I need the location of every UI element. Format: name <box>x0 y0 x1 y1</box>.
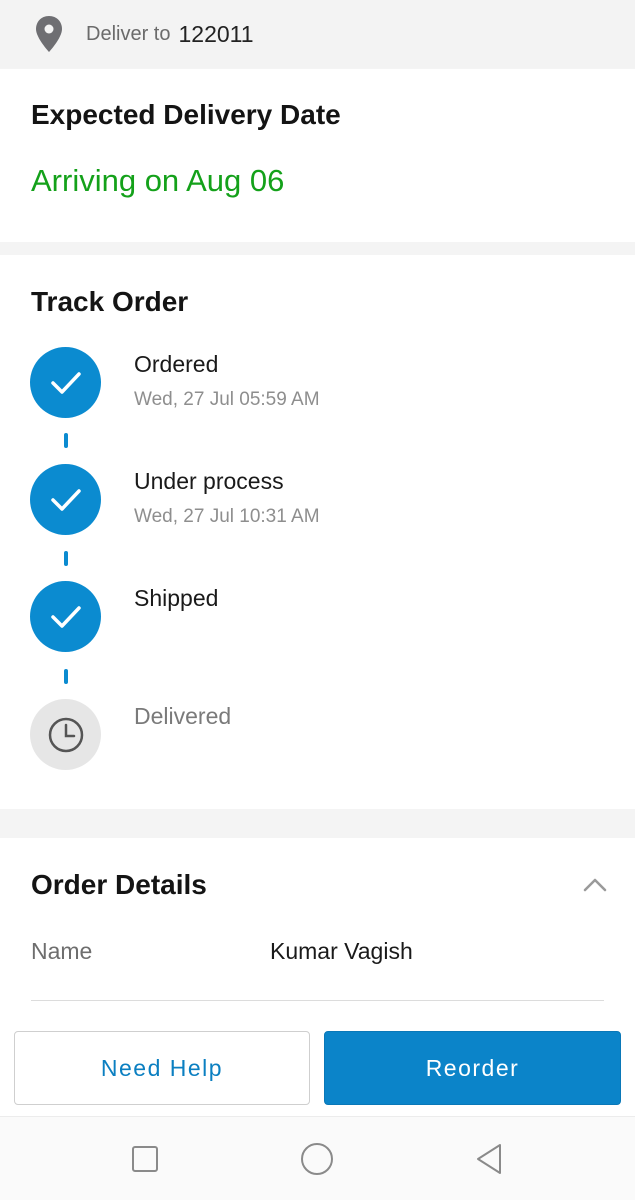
name-value: Kumar Vagish <box>270 938 413 964</box>
action-bar: Need Help Reorder <box>0 1020 635 1116</box>
expected-delivery-title: Expected Delivery Date <box>31 99 341 130</box>
step-connector <box>64 669 68 684</box>
track-order-card: Track Order Ordered Wed, 27 Jul 05:59 AM… <box>0 255 635 809</box>
check-icon <box>50 605 81 628</box>
location-pin-icon <box>36 16 62 52</box>
triangle-back-icon[interactable] <box>472 1141 508 1177</box>
step-under-process-title: Under process <box>134 468 284 494</box>
step-under-process-time: Wed, 27 Jul 10:31 AM <box>134 506 320 527</box>
step-ordered-time: Wed, 27 Jul 05:59 AM <box>134 389 320 410</box>
need-help-button[interactable]: Need Help <box>14 1031 310 1105</box>
step-ordered-status <box>30 347 101 418</box>
deliver-pincode: 122011 <box>178 20 254 47</box>
check-icon <box>50 371 81 394</box>
system-navigation-bar <box>0 1116 635 1200</box>
check-icon <box>50 488 81 511</box>
step-ordered-title: Ordered <box>134 351 219 377</box>
order-details-title: Order Details <box>31 869 207 900</box>
step-shipped-status <box>30 581 101 652</box>
expected-delivery-card: Expected Delivery Date Arriving on Aug 0… <box>0 69 635 242</box>
step-under-process-status <box>30 464 101 535</box>
step-delivered-title: Delivered <box>134 703 232 729</box>
deliver-to-label: Deliver to <box>86 22 171 45</box>
divider <box>31 1000 604 1001</box>
arriving-status: Arriving on Aug 06 <box>31 163 285 198</box>
chevron-up-icon[interactable] <box>583 876 607 892</box>
step-connector <box>64 551 68 566</box>
name-label: Name <box>31 938 93 964</box>
track-order-title: Track Order <box>31 286 189 317</box>
step-delivered-status <box>30 699 101 770</box>
circle-icon[interactable] <box>299 1141 335 1177</box>
order-tracking-screen: Deliver to 122011 Expected Delivery Date… <box>0 0 635 1200</box>
square-icon[interactable] <box>127 1141 163 1177</box>
step-shipped-title: Shipped <box>134 585 219 611</box>
reorder-button[interactable]: Reorder <box>324 1031 621 1105</box>
step-connector <box>64 433 68 448</box>
deliver-location-bar[interactable]: Deliver to 122011 <box>0 0 635 68</box>
clock-icon <box>48 717 83 752</box>
order-details-card: Order Details Name Kumar Vagish <box>0 838 635 1030</box>
